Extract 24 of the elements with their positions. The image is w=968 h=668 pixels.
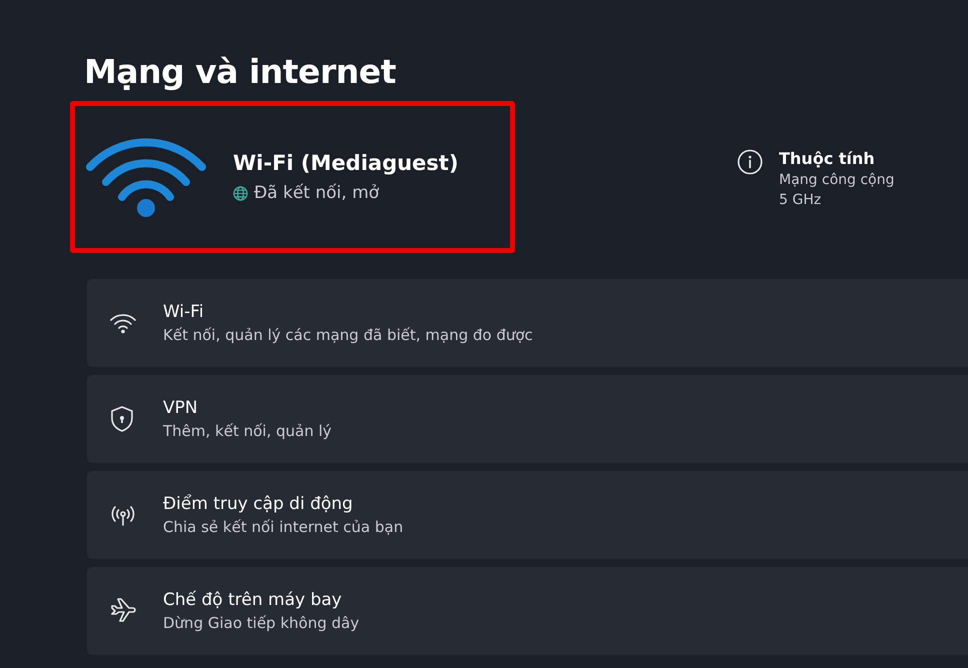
connection-status: Đã kết nối, mở xyxy=(254,183,380,203)
airplane-icon xyxy=(109,598,137,624)
property-value: Mạng công cộng xyxy=(779,172,894,188)
wifi-icon xyxy=(109,312,137,334)
info-icon[interactable] xyxy=(737,149,763,175)
settings-card[interactable]: Wi-Fi Kết nối, quản lý các mạng đã biết, mạng đo được xyxy=(87,279,968,367)
setting-description: Kết nối, quản lý các mạng đã biết, mạng đo được xyxy=(163,326,533,344)
network-name: Wi-Fi (Mediaguest) xyxy=(233,151,458,175)
page-title: Mạng và internet xyxy=(84,52,397,91)
property-value: 5 GHz xyxy=(779,192,822,208)
settings-card[interactable]: Chế độ trên máy bay Dừng Giao tiếp không dây xyxy=(87,567,968,655)
settings-card[interactable]: VPN Thêm, kết nối, quản lý xyxy=(87,375,968,463)
setting-title: Wi-Fi xyxy=(163,302,205,322)
shield-lock-icon xyxy=(109,405,135,433)
setting-description: Chia sẻ kết nối internet của bạn xyxy=(163,518,404,536)
globe-icon xyxy=(233,186,248,200)
setting-description: Thêm, kết nối, quản lý xyxy=(163,422,332,440)
setting-title: VPN xyxy=(163,398,199,418)
setting-description: Dừng Giao tiếp không dây xyxy=(163,614,360,632)
settings-card[interactable]: Điểm truy cập di động Chia sẻ kết nối internet của bạn xyxy=(87,471,968,559)
properties-link[interactable]: Thuộc tính xyxy=(779,149,894,168)
antenna-icon xyxy=(109,503,137,527)
setting-title: Điểm truy cập di động xyxy=(163,494,354,514)
setting-title: Chế độ trên máy bay xyxy=(163,590,343,610)
